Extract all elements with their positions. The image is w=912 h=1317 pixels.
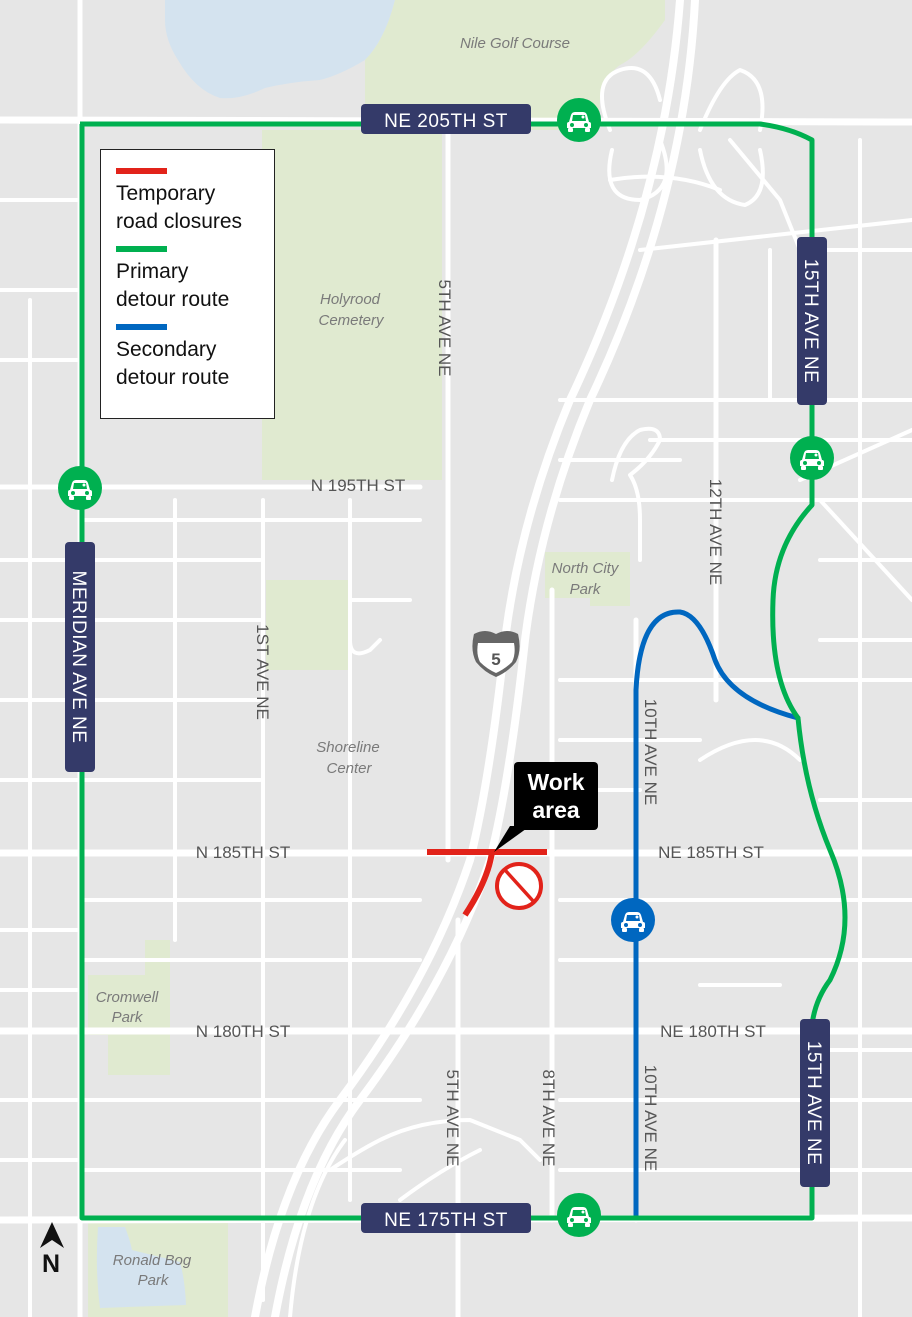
legend-item-primary: Primary detour route — [116, 246, 274, 314]
place-label-cromwell: Cromwell — [96, 989, 159, 1006]
svg-text:15TH AVE NE: 15TH AVE NE — [803, 1041, 824, 1165]
legend-swatch-blue — [116, 324, 167, 330]
north-letter: N — [41, 1250, 61, 1278]
place-label-nile-golf: Nile Golf Course — [460, 35, 570, 52]
place-label-ronald-bog-park: Park — [138, 1272, 170, 1289]
place-label-center: Center — [326, 760, 372, 777]
route-shield-15th-south: 15TH AVE NE — [800, 1019, 830, 1187]
detour-marker-ne205[interactable] — [557, 98, 601, 142]
svg-text:MERIDIAN AVE NE: MERIDIAN AVE NE — [68, 571, 89, 744]
place-label-cromwell-park: Park — [112, 1009, 144, 1026]
svg-text:NE 175TH ST: NE 175TH ST — [384, 1210, 508, 1231]
street-label-ne180: NE 180TH ST — [660, 1022, 766, 1041]
north-arrow: N — [36, 1222, 66, 1279]
street-label-10th-south: 10TH AVE NE — [641, 1065, 660, 1171]
street-label-5th-south: 5TH AVE NE — [443, 1070, 462, 1167]
no-cars-icon — [495, 862, 543, 910]
interstate-5-shield: 5 — [472, 631, 520, 677]
legend-swatch-green — [116, 246, 167, 252]
map-legend: Temporary road closures Primary detour r… — [100, 149, 275, 419]
route-shield-meridian: MERIDIAN AVE NE — [65, 542, 95, 772]
place-label-cemetery: Cemetery — [318, 312, 385, 329]
street-label-12th: 12TH AVE NE — [706, 479, 725, 585]
detour-marker-15th-north[interactable] — [790, 436, 834, 480]
street-label-8th: 8TH AVE NE — [539, 1070, 558, 1167]
lake-water — [165, 0, 395, 99]
street-label-n185: N 185TH ST — [196, 843, 290, 862]
work-area-callout: Work area — [514, 762, 598, 830]
detour-marker-ne175[interactable] — [557, 1193, 601, 1237]
street-label-10th-north: 10TH AVE NE — [641, 699, 660, 805]
street-label-5th-north: 5TH AVE NE — [435, 280, 454, 377]
route-shield-ne205: NE 205TH ST — [361, 104, 531, 134]
legend-item-closures: Temporary road closures — [116, 168, 274, 236]
route-shield-ne175: NE 175TH ST — [361, 1203, 531, 1233]
route-shield-15th-north: 15TH AVE NE — [797, 237, 827, 405]
legend-label: Secondary detour route — [116, 338, 230, 389]
shoreline-park-block — [266, 580, 352, 670]
street-label-ne185: NE 185TH ST — [658, 843, 764, 862]
place-label-north-city: North City — [552, 560, 620, 577]
legend-label: Temporary road closures — [116, 182, 243, 233]
place-label-ronald-bog: Ronald Bog — [113, 1252, 192, 1269]
legend-swatch-red — [116, 168, 167, 174]
street-label-n180: N 180TH ST — [196, 1022, 290, 1041]
legend-item-secondary: Secondary detour route — [116, 324, 274, 392]
detour-map[interactable]: 5 NE 205TH ST NE 175TH ST 15TH AVE NE 15… — [0, 0, 912, 1317]
interstate-number: 5 — [491, 650, 500, 669]
detour-marker-10th[interactable] — [611, 898, 655, 942]
detour-marker-meridian[interactable] — [58, 466, 102, 510]
svg-text:15TH AVE NE: 15TH AVE NE — [800, 259, 821, 383]
svg-text:NE 205TH ST: NE 205TH ST — [384, 111, 508, 132]
place-label-north-city-park: Park — [570, 581, 602, 598]
place-label-shoreline: Shoreline — [316, 739, 379, 756]
legend-label: Primary detour route — [116, 260, 230, 311]
street-label-1st: 1ST AVE NE — [253, 624, 272, 720]
place-label-holyrood: Holyrood — [320, 291, 381, 308]
street-label-n195: N 195TH ST — [311, 476, 405, 495]
